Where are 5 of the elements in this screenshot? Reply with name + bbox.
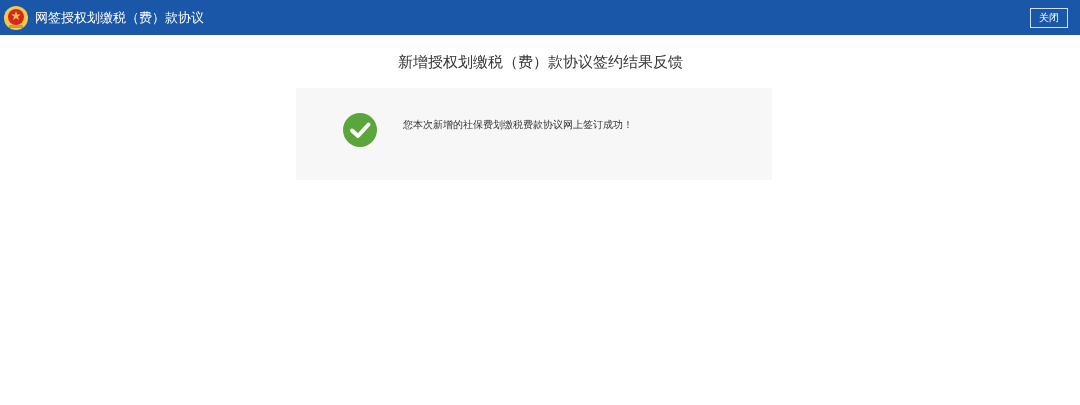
result-message: 您本次新增的社保费划缴税费款协议网上签订成功！ [403,118,633,132]
window-title: 网签授权划缴税（费）款协议 [35,8,204,27]
page-title: 新增授权划缴税（费）款协议签约结果反馈 [396,53,684,72]
emblem-icon [3,4,29,31]
close-button[interactable]: 关闭 [1030,7,1068,28]
